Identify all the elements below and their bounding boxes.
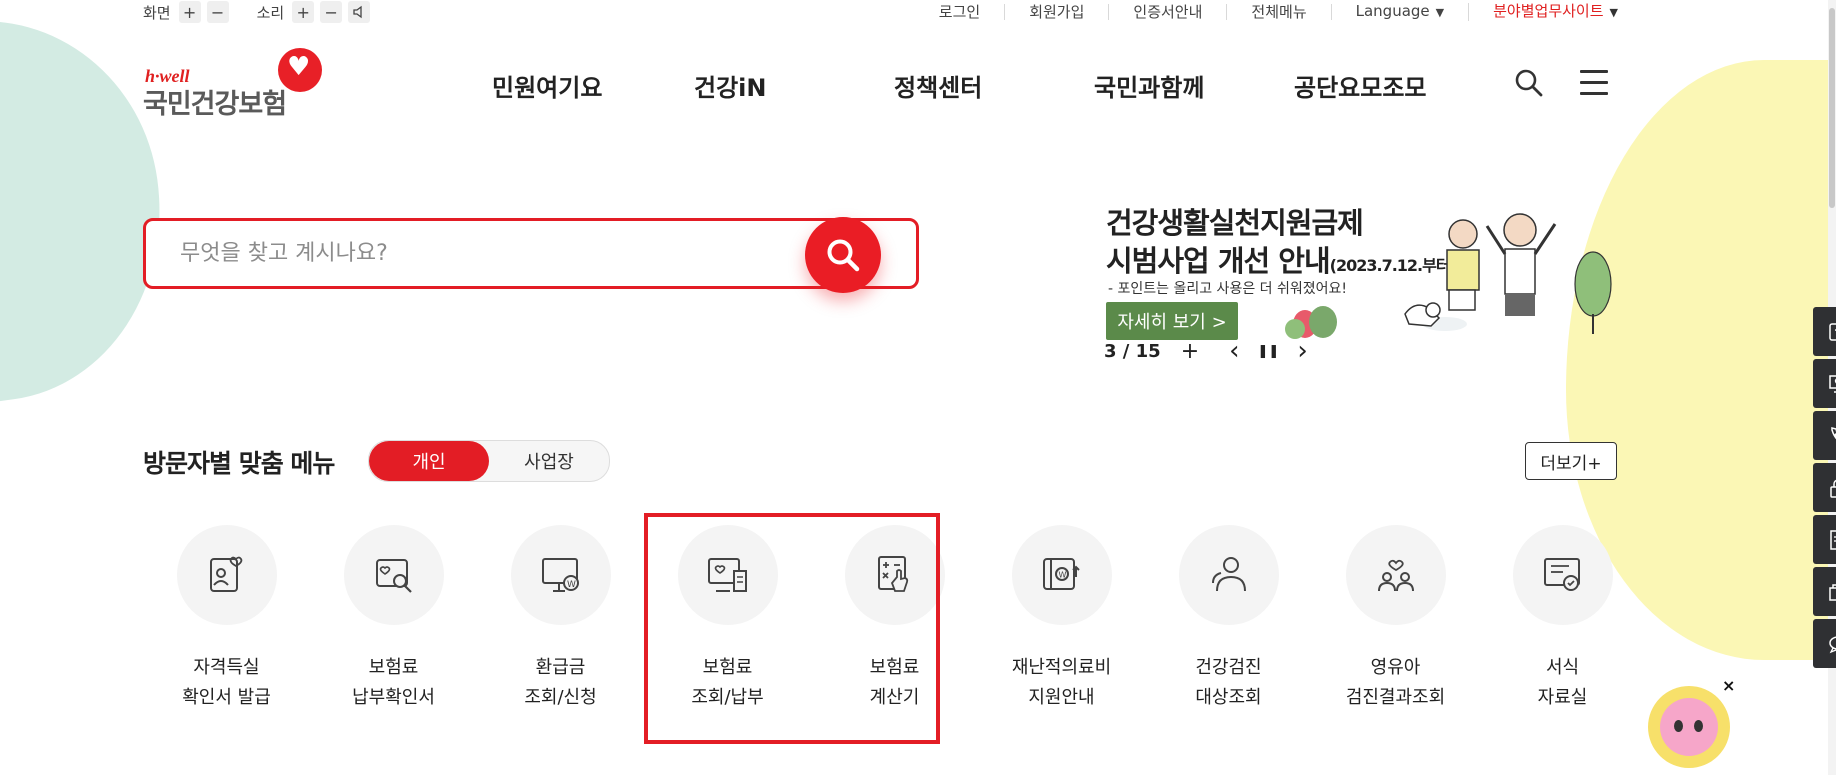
- phone-card-icon[interactable]: [1813, 307, 1836, 356]
- svg-text:W: W: [1058, 571, 1066, 580]
- service-label-line2: 대상조회: [1195, 687, 1262, 708]
- document-search-icon: [343, 525, 444, 625]
- chatbot-mascot[interactable]: [1648, 686, 1730, 768]
- service-catastrophic-medical-support[interactable]: W 재난적의료비지원안내: [978, 525, 1145, 713]
- screen-zoom-out-button[interactable]: −: [206, 1, 229, 23]
- service-label-line1: 영유아: [1370, 657, 1421, 678]
- people-search-icon: [1178, 525, 1279, 625]
- caret-down-icon: ▼: [1435, 6, 1445, 19]
- field-sites-select[interactable]: 분야별업무사이트 ▼: [1469, 3, 1618, 21]
- service-premium-payment-certificate[interactable]: 보험료납부확인서: [310, 525, 477, 713]
- monitor-won-icon: W: [510, 525, 611, 625]
- service-label-line2: 자료실: [1537, 687, 1588, 708]
- id-card-heart-icon: [176, 525, 277, 625]
- hamburger-menu-icon[interactable]: [1580, 70, 1608, 95]
- svg-text:W: W: [567, 580, 576, 590]
- sound-label: 소리: [256, 3, 285, 22]
- more-button[interactable]: 더보기+: [1525, 442, 1617, 480]
- tab-business[interactable]: 사업장: [489, 441, 609, 481]
- service-label-line2: 조회/납부: [691, 687, 764, 708]
- banner-next-button[interactable]: ›: [1297, 336, 1307, 366]
- banner-prev-button[interactable]: ‹: [1229, 336, 1239, 366]
- service-label-line2: 납부확인서: [352, 687, 435, 708]
- service-label-line1: 보험료: [702, 657, 753, 678]
- banner-illustration: [1285, 213, 1612, 339]
- banner-add-button[interactable]: +: [1181, 339, 1199, 364]
- visitor-menu-title: 방문자별 맞춤 메뉴: [143, 449, 335, 478]
- service-refund-inquiry[interactable]: W 환급금조회/신청: [477, 525, 644, 713]
- speaker-icon[interactable]: [348, 1, 371, 23]
- nav-policy-center[interactable]: 정책센터: [894, 68, 1094, 103]
- service-label-line2: 검진결과조회: [1345, 687, 1446, 708]
- search-button[interactable]: [805, 217, 881, 293]
- service-premium-inquiry-payment[interactable]: 보험료조회/납부: [644, 525, 811, 713]
- all-menu-link[interactable]: 전체메뉴: [1227, 4, 1332, 20]
- login-link[interactable]: 로그인: [915, 4, 1006, 20]
- service-label-line1: 건강검진: [1195, 657, 1262, 678]
- certificate-guide-link[interactable]: 인증서안내: [1109, 4, 1228, 20]
- screen-zoom-in-button[interactable]: +: [178, 1, 201, 23]
- service-label-line1: 서식: [1545, 657, 1580, 678]
- banner-controls: 3 / 15 + ‹ ❚❚ ›: [1104, 336, 1308, 366]
- service-label-line1: 환급금: [535, 657, 586, 678]
- language-select[interactable]: Language ▼: [1332, 3, 1470, 21]
- phone-call-icon[interactable]: [1813, 411, 1836, 460]
- service-premium-calculator[interactable]: 보험료계산기: [811, 525, 978, 713]
- search-input[interactable]: [146, 221, 916, 286]
- service-infant-checkup-results[interactable]: 영유아검진결과조회: [1312, 525, 1479, 713]
- logo-name-text: 국민건강보험: [143, 89, 287, 120]
- banner-more-button[interactable]: 자세히 보기 >: [1106, 302, 1238, 340]
- service-label-line1: 재난적의료비: [1011, 657, 1112, 678]
- monitor-person-icon[interactable]: [1813, 359, 1836, 408]
- chat-icon[interactable]: [1813, 619, 1836, 668]
- accessibility-controls: 화면 + − 소리 + −: [143, 0, 376, 24]
- nav-with-people[interactable]: 국민과함께: [1094, 68, 1294, 103]
- sound-down-button[interactable]: −: [320, 1, 343, 23]
- monitor-receipt-icon: [677, 525, 778, 625]
- nav-civil-service[interactable]: 민원여기요: [492, 68, 694, 103]
- banner-pause-button[interactable]: ❚❚: [1258, 344, 1280, 359]
- service-label-line1: 자격득실: [193, 657, 260, 678]
- nav-corporation-info[interactable]: 공단요모조모: [1294, 68, 1426, 103]
- wallet-won-icon: W: [1011, 525, 1112, 625]
- service-label-line1: 보험료: [368, 657, 419, 678]
- screen-size-label: 화면: [143, 3, 171, 22]
- lock-icon[interactable]: [1813, 463, 1836, 512]
- service-label-line2: 계산기: [869, 687, 920, 708]
- scroll-thumb[interactable]: [1829, 8, 1835, 208]
- close-icon[interactable]: ×: [1722, 676, 1735, 695]
- service-label-line2: 조회/신청: [524, 687, 597, 708]
- windows-icon[interactable]: [1813, 567, 1836, 616]
- visitor-type-toggle: 개인 사업장: [368, 440, 610, 482]
- search-icon[interactable]: [1514, 68, 1544, 98]
- tab-individual[interactable]: 개인: [369, 441, 489, 481]
- service-forms-library[interactable]: 서식자료실: [1479, 525, 1646, 713]
- family-heart-icon: [1345, 525, 1446, 625]
- heart-logo-icon: [278, 48, 322, 92]
- document-icon[interactable]: [1813, 515, 1836, 564]
- service-qualification-certificate[interactable]: 자격득실확인서 발급: [143, 525, 310, 713]
- main-navigation: 민원여기요 건강iN 정책센터 국민과함께 공단요모조모: [492, 68, 1426, 103]
- banner-counter: 3 / 15: [1104, 340, 1161, 362]
- quick-menu: [1813, 307, 1836, 671]
- utility-links: 로그인 회원가입 인증서안내 전체메뉴 Language ▼ 분야별업무사이트 ▼: [915, 0, 1618, 24]
- calculator-hand-icon: [844, 525, 945, 625]
- site-logo[interactable]: h·well 국민건강보험: [143, 48, 323, 120]
- service-label-line2: 확인서 발급: [182, 687, 271, 708]
- sound-up-button[interactable]: +: [292, 1, 315, 23]
- signup-link[interactable]: 회원가입: [1005, 4, 1110, 20]
- form-check-icon: [1512, 525, 1613, 625]
- service-label-line1: 보험료: [869, 657, 920, 678]
- search-field: [143, 218, 919, 289]
- nav-health-in[interactable]: 건강iN: [694, 68, 894, 103]
- service-label-line2: 지원안내: [1028, 687, 1095, 708]
- service-health-checkup-target[interactable]: 건강검진대상조회: [1145, 525, 1312, 713]
- quick-service-list: 자격득실 확인서 발급 보험료 납부확인서 W 환급금 조회/신청 보험료 조회/납부 …: [143, 525, 1646, 713]
- caret-down-icon: ▼: [1609, 6, 1618, 19]
- search-icon: [827, 239, 860, 272]
